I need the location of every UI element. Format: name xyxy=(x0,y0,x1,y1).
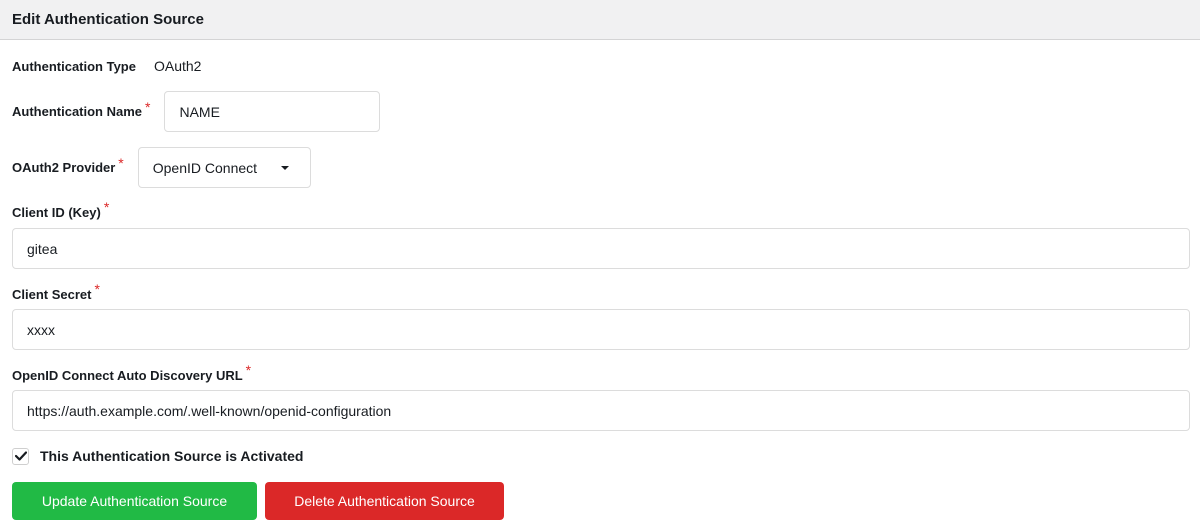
client-secret-label: Client Secret xyxy=(12,286,92,302)
client-secret-label-row: Client Secret * xyxy=(12,281,100,304)
page-title: Edit Authentication Source xyxy=(12,11,204,28)
discovery-url-label: OpenID Connect Auto Discovery URL xyxy=(12,367,243,383)
required-marker: * xyxy=(118,154,124,171)
client-id-input[interactable] xyxy=(12,228,1190,269)
delete-button[interactable]: Delete Authentication Source xyxy=(265,482,504,520)
provider-select[interactable]: OpenID Connect xyxy=(137,147,311,188)
update-button[interactable]: Update Authentication Source xyxy=(12,482,257,520)
discovery-url-label-row: OpenID Connect Auto Discovery URL * xyxy=(12,362,252,385)
chevron-down-icon xyxy=(281,165,290,170)
client-id-label: Client ID (Key) xyxy=(12,204,101,220)
provider-selected-value: OpenID Connect xyxy=(152,159,258,176)
discovery-url-input[interactable] xyxy=(12,390,1190,431)
activated-checkbox[interactable] xyxy=(12,447,29,465)
activated-row: This Authentication Source is Activated xyxy=(12,446,303,466)
auth-type-value: OAuth2 xyxy=(153,58,202,74)
auth-name-input[interactable] xyxy=(164,91,381,132)
client-id-label-row: Client ID (Key) * xyxy=(12,199,110,222)
provider-row: OAuth2 Provider * OpenID Connect xyxy=(12,147,311,188)
required-marker: * xyxy=(103,199,110,215)
required-marker: * xyxy=(245,362,252,378)
actions-row: Update Authentication Source Delete Auth… xyxy=(12,482,504,520)
page-header: Edit Authentication Source xyxy=(0,0,1200,40)
activated-label[interactable]: This Authentication Source is Activated xyxy=(40,448,303,464)
required-marker: * xyxy=(94,281,100,297)
auth-type-label: Authentication Type xyxy=(12,58,136,74)
auth-name-row: Authentication Name * xyxy=(12,91,381,132)
required-marker: * xyxy=(145,98,151,115)
checkmark-icon xyxy=(14,451,27,461)
provider-label: OAuth2 Provider xyxy=(12,160,116,175)
auth-type-row: Authentication Type OAuth2 xyxy=(12,56,201,76)
client-secret-input[interactable] xyxy=(12,309,1190,350)
auth-name-label: Authentication Name xyxy=(12,104,143,119)
